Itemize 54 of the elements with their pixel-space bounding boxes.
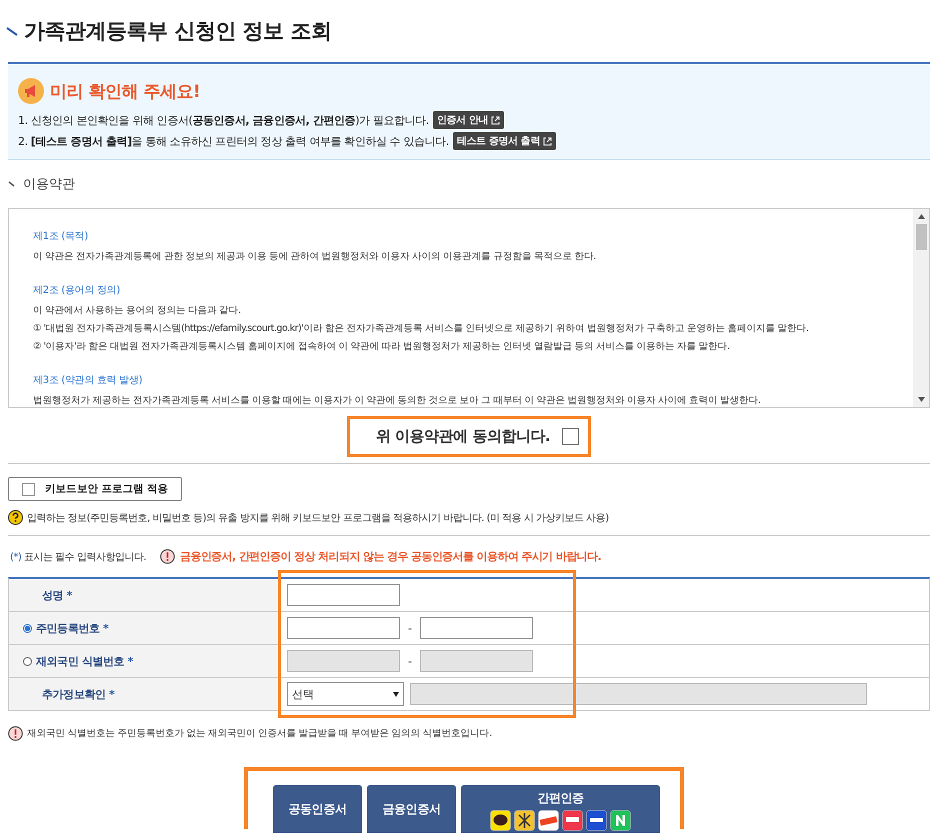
scroll-down-icon[interactable] [918, 397, 924, 402]
article-title: 제3조 (약관의 효력 발생) [33, 374, 144, 387]
article-title: 제2조 (용어의 정의) [33, 284, 121, 297]
guide-link-button[interactable]: 인증서 안내 [432, 111, 504, 129]
input-field[interactable] [287, 617, 400, 639]
notice-text: 1. 신청인의 본인확인을 위해 인증서(공동인증서, 금융인증서, 간편인증)가 필요합니다. [18, 112, 429, 128]
notice-heading: 미리 확인해 주세요! [50, 80, 200, 102]
external-link-icon [490, 116, 500, 124]
field-label: 추가정보확인 * [42, 686, 114, 702]
page-title: 가족관계등록부 신청인 정보 조회 [24, 18, 332, 45]
guide-link-button[interactable]: 테스트 증명서 출력 [452, 132, 556, 150]
article-title: 제1조 (목적) [33, 230, 89, 243]
article-text: 이 약관은 전자가족관계등록에 관한 정보의 제공과 이용 등에 관하여 법원행정처와 이용자 사이의 이용관계를 규정함을 목적으로 한다. [33, 250, 597, 264]
megaphone-icon [18, 78, 44, 104]
input-field[interactable] [420, 617, 533, 639]
separator-text: - [408, 622, 412, 634]
article-text: ② '이용자'라 함은 대법원 전자가족관계등록시스템 홈페이지에 접속하여 이 약관에 따라 법원행정처가 제공하는 인터넷 열람발급 등의 서비스를 이용하는 자를 말한다. [33, 340, 731, 354]
title-mark-icon [6, 26, 18, 36]
app-logo-icon [610, 810, 631, 831]
warning-icon [8, 726, 23, 741]
star-badge-icon [514, 810, 535, 831]
scroll-up-icon[interactable] [918, 214, 924, 219]
help-icon [8, 510, 23, 525]
agree-label: 위 이용약관에 동의합니다. [376, 427, 550, 446]
article-text: 법원행정처가 제공하는 전자가족관계등록 서비스를 이용할 때에는 이용자가 이 약관에 동의한 것으로 보아 그 때부터 이 약관은 법원행정처와 이용자 사이에 효력이 발생한다. [33, 394, 762, 407]
field-label: 주민등록번호 * [36, 620, 108, 636]
keyboard-security-button[interactable]: 키보드보안 프로그램 적용 [8, 477, 182, 501]
notice-text: 2. [테스트 증명서 출력]을 통해 소유하신 프린터의 정상 출력 여부를 확인하실 수 있습니다. [18, 134, 449, 148]
field-label: 재외국민 식별번호 * [36, 654, 134, 668]
caret-icon [393, 692, 399, 696]
chat-bubble-icon [490, 810, 511, 831]
scrollbar[interactable] [913, 209, 929, 407]
radio-button[interactable] [23, 624, 32, 632]
separator-text: - [408, 654, 412, 668]
info-note: 재외국민 식별번호는 주민등록번호가 없는 재외국민이 인증서를 발급받을 때 부여받은 임의의 식별번호입니다. [27, 727, 492, 740]
app-logo-icon [538, 810, 559, 831]
input-field[interactable] [287, 584, 400, 606]
section-mark-icon [8, 181, 15, 187]
article-text: ① '대법원 전자가족관계등록시스템(https://efamily.scourt.go.kr)'이라 함은 전자가족관계등록 서비스를 인터넷으로 제공하기 위하여 법원행정처가 구축하고 운영하는 홈페이지를 말한다. [33, 322, 810, 336]
warning-icon [160, 549, 176, 564]
certificate-button[interactable]: 금융인증서 [367, 785, 456, 833]
field-label: 성명 * [42, 588, 72, 602]
app-logo-icon [562, 810, 583, 831]
scroll-thumb[interactable] [916, 224, 926, 250]
simple-auth-button[interactable]: 간편인증 [461, 785, 660, 833]
external-link-icon [542, 136, 552, 146]
section-heading: 이용약관 [23, 176, 75, 193]
app-logo-icon [586, 810, 607, 831]
agree-checkbox[interactable] [562, 428, 580, 445]
help-text: 입력하는 정보(주민등록번호, 비밀번호 등)의 유출 방지를 위해 키보드보안 프로그램을 적용하시기 바랍니다. (미 적용 시 가상키보드 사용) [27, 512, 609, 524]
warning-text: 금융인증서, 간편인증이 정상 처리되지 않는 경우 공동인증서를 이용하여 주시기 바랍니다. [180, 549, 602, 564]
certificate-button[interactable]: 공동인증서 [273, 785, 362, 833]
article-text: 이 약관에서 사용하는 용어의 정의는 다음과 같다. [33, 304, 242, 318]
required-note: (*) 표시는 필수 입력사항입니다. [10, 550, 146, 564]
